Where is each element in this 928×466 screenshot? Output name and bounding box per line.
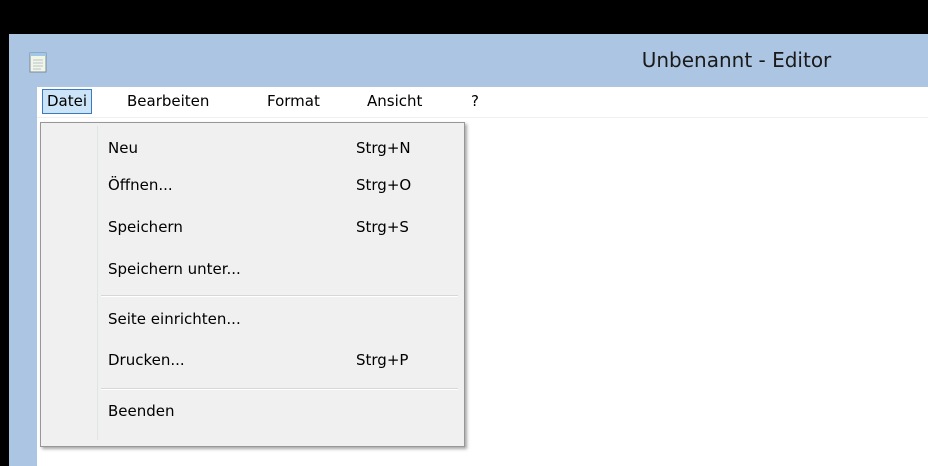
menu-ansicht[interactable]: Ansicht xyxy=(363,91,426,112)
menu-bearbeiten[interactable]: Bearbeiten xyxy=(123,91,213,112)
menu-item-seite-einrichten[interactable]: Seite einrichten... xyxy=(41,302,464,336)
menu-separator xyxy=(101,295,458,297)
menu-item-beenden[interactable]: Beenden xyxy=(41,394,464,428)
menu-item-neu[interactable]: Neu Strg+N xyxy=(41,131,464,165)
menu-item-oeffnen[interactable]: Öffnen... Strg+O xyxy=(41,168,464,202)
notepad-window: Unbenannt - Editor Datei Bearbeiten Form… xyxy=(9,34,928,466)
menu-item-drucken[interactable]: Drucken... Strg+P xyxy=(41,343,464,377)
menu-item-label: Speichern unter... xyxy=(108,260,241,278)
menu-item-shortcut: Strg+S xyxy=(356,218,409,236)
menu-bar: Datei Bearbeiten Format Ansicht ? xyxy=(37,87,928,118)
title-bar[interactable]: Unbenannt - Editor xyxy=(9,34,928,87)
menu-datei[interactable]: Datei xyxy=(42,89,93,114)
file-menu-dropdown: Neu Strg+N Öffnen... Strg+O Speichern St… xyxy=(40,122,465,447)
menu-item-label: Drucken... xyxy=(108,351,185,369)
menu-item-label: Beenden xyxy=(108,402,175,420)
menu-item-speichern-unter[interactable]: Speichern unter... xyxy=(41,252,464,286)
notepad-icon[interactable] xyxy=(29,51,47,73)
menu-item-shortcut: Strg+N xyxy=(356,139,411,157)
window-title: Unbenannt - Editor xyxy=(641,48,832,72)
menu-format[interactable]: Format xyxy=(263,91,324,112)
menu-help[interactable]: ? xyxy=(467,91,483,112)
menu-item-speichern[interactable]: Speichern Strg+S xyxy=(41,210,464,244)
menu-item-shortcut: Strg+P xyxy=(356,351,409,369)
menu-separator xyxy=(101,388,458,390)
menu-item-label: Neu xyxy=(108,139,138,157)
menu-item-shortcut: Strg+O xyxy=(356,176,412,194)
menu-item-label: Öffnen... xyxy=(108,176,173,194)
menu-item-label: Seite einrichten... xyxy=(108,310,241,328)
menu-item-label: Speichern xyxy=(108,218,183,236)
